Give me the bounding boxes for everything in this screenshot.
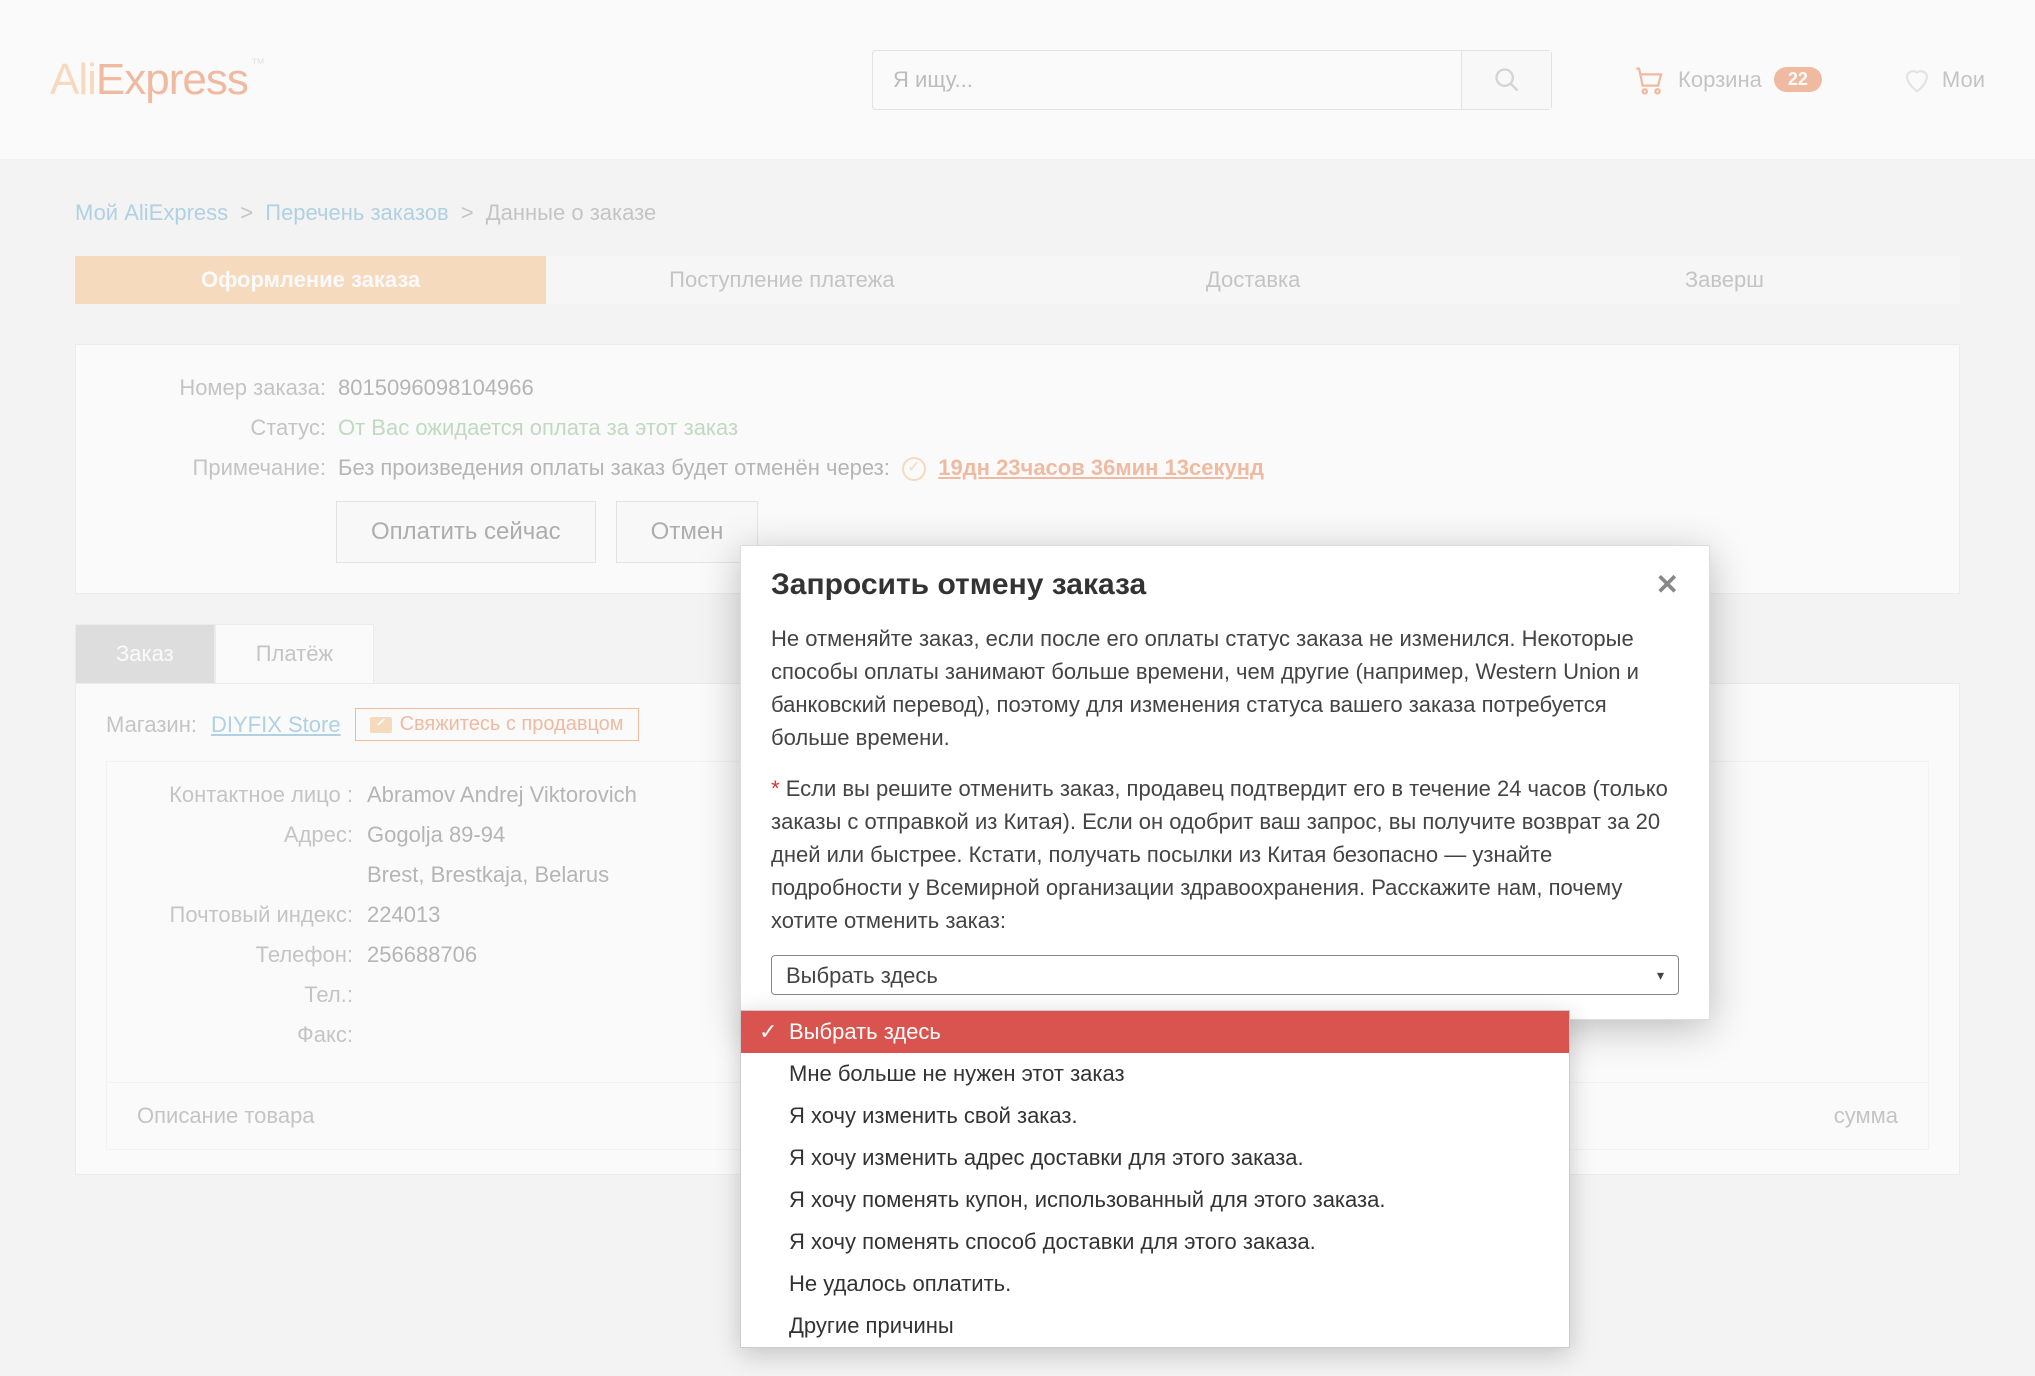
tel-label: Тел.: [107, 982, 367, 1008]
wishlist-label: Мои [1942, 67, 1985, 93]
breadcrumb-my[interactable]: Мой AliExpress [75, 200, 228, 225]
wishlist-link[interactable]: Мои [1902, 65, 1985, 95]
store-link[interactable]: DIYFIX Store [211, 712, 341, 738]
order-note-text: Без произведения оплаты заказ будет отме… [338, 455, 1264, 481]
address-line1: Gogolja 89-94 [367, 822, 505, 848]
breadcrumb: Мой AliExpress > Перечень заказов > Данн… [75, 200, 1960, 226]
fax-label: Факс: [107, 1022, 367, 1048]
progress-steps: Оформление заказа Поступление платежа До… [75, 256, 1960, 304]
order-status-label: Статус: [116, 415, 326, 441]
breadcrumb-current: Данные о заказе [486, 200, 656, 225]
reason-option-other[interactable]: Другие причины [741, 1305, 1569, 1347]
modal-paragraph-2: * Если вы решите отменить заказ, продаве… [771, 772, 1679, 937]
search-button[interactable] [1461, 51, 1551, 109]
contact-name-label: Контактное лицо : [107, 782, 367, 808]
order-number-label: Номер заказа: [116, 375, 326, 401]
reason-select-value: Выбрать здесь [786, 959, 938, 992]
order-note-label: Примечание: [116, 455, 326, 481]
pay-now-button[interactable]: Оплатить сейчас [336, 501, 596, 563]
contact-name: Abramov Andrej Viktorovich [367, 782, 637, 808]
cart-icon [1632, 63, 1666, 97]
phone-label: Телефон: [107, 942, 367, 968]
store-label: Магазин: [106, 712, 197, 738]
tab-payment[interactable]: Платёж [215, 624, 374, 683]
modal-title: Запросить отмену заказа [771, 568, 1146, 602]
header: AliExpress™ Корзина 22 Мои [0, 0, 2035, 160]
step-shipping: Доставка [1018, 256, 1489, 304]
address-line2: Brest, Brestkaja, Belarus [367, 862, 609, 888]
tab-order[interactable]: Заказ [75, 624, 215, 683]
search-icon [1493, 66, 1521, 94]
reason-dropdown: Выбрать здесь Мне больше не нужен этот з… [740, 1010, 1570, 1348]
order-countdown: 19дн 23часов 36мин 13секунд [938, 455, 1264, 480]
search-wrap [872, 50, 1552, 110]
reason-option-change-coupon[interactable]: Я хочу поменять купон, использованный дл… [741, 1179, 1569, 1221]
col-total: сумма [1834, 1103, 1898, 1129]
order-number: 8015096098104966 [338, 375, 534, 401]
zip-label: Почтовый индекс: [107, 902, 367, 928]
cart-label: Корзина [1678, 67, 1762, 93]
col-description: Описание товара [137, 1103, 315, 1129]
step-payment: Поступление платежа [546, 256, 1017, 304]
address-label: Адрес: [107, 822, 367, 848]
phone-value: 256688706 [367, 942, 477, 968]
search-input[interactable] [873, 51, 1461, 109]
cancel-order-modal: Запросить отмену заказа ✕ Не отменяйте з… [740, 545, 1710, 1020]
close-icon[interactable]: ✕ [1656, 568, 1679, 602]
zip-value: 224013 [367, 902, 440, 928]
clock-icon [902, 457, 926, 481]
step-complete: Заверш [1489, 256, 1960, 304]
reason-option-dont-need[interactable]: Мне больше не нужен этот заказ [741, 1053, 1569, 1095]
heart-icon [1902, 65, 1932, 95]
reason-option-change-shipping[interactable]: Я хочу поменять способ доставки для этог… [741, 1221, 1569, 1263]
envelope-icon [370, 717, 392, 733]
cart-badge: 22 [1774, 67, 1822, 92]
reason-select[interactable]: Выбрать здесь ▾ [771, 955, 1679, 995]
reason-option-payment-failed[interactable]: Не удалось оплатить. [741, 1263, 1569, 1305]
breadcrumb-orders[interactable]: Перечень заказов [265, 200, 448, 225]
chevron-down-icon: ▾ [1657, 965, 1664, 986]
cancel-order-button[interactable]: Отмен [616, 501, 759, 563]
reason-option-change-order[interactable]: Я хочу изменить свой заказ. [741, 1095, 1569, 1137]
order-status: От Вас ожидается оплата за этот заказ [338, 415, 738, 441]
contact-seller-button[interactable]: Свяжитесь с продавцом [355, 708, 639, 741]
step-place-order: Оформление заказа [75, 256, 546, 304]
cart-link[interactable]: Корзина 22 [1632, 63, 1822, 97]
reason-option-placeholder[interactable]: Выбрать здесь [741, 1011, 1569, 1053]
modal-paragraph-1: Не отменяйте заказ, если после его оплат… [771, 622, 1679, 754]
reason-option-change-address[interactable]: Я хочу изменить адрес доставки для этого… [741, 1137, 1569, 1179]
logo[interactable]: AliExpress™ [50, 55, 264, 105]
